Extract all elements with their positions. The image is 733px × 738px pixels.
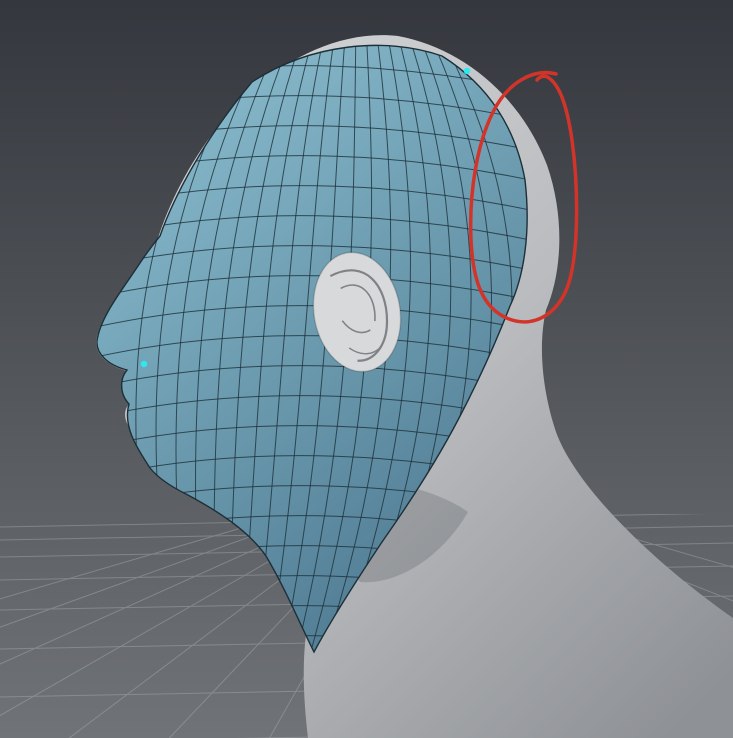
viewport[interactable] bbox=[0, 0, 733, 738]
selected-vertex[interactable] bbox=[140, 360, 148, 368]
viewport-canvas[interactable] bbox=[0, 0, 733, 738]
selected-vertex[interactable] bbox=[463, 67, 471, 75]
